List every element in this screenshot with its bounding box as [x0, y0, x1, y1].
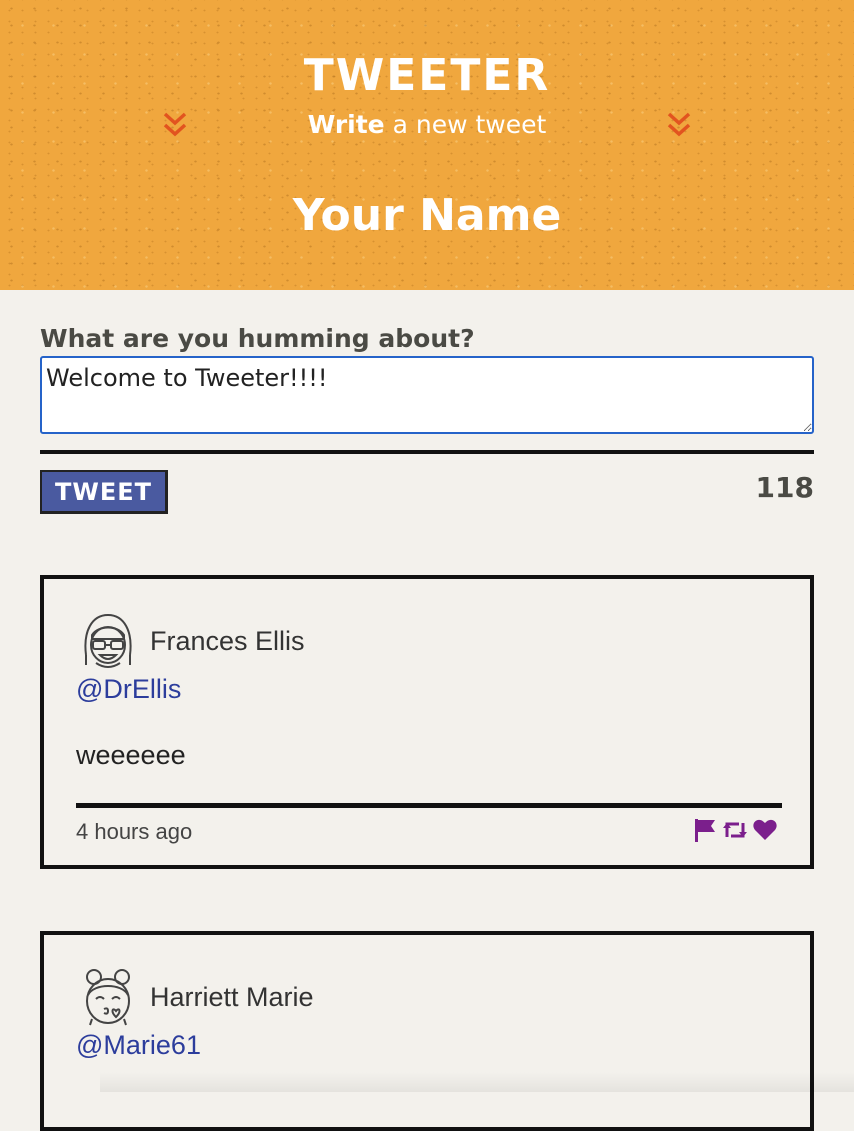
page-header: TWEETER Write a new tweet Your Name [0, 0, 854, 290]
compose-label: What are you humming about? [40, 324, 475, 353]
app-logo: TWEETER [303, 50, 551, 101]
tweet-card: Frances Ellis @DrEllis weeeeee 4 hours a… [40, 575, 814, 869]
tweet-content: weeeeee [76, 740, 186, 770]
tweet-author-handle[interactable]: @Marie61 [76, 1027, 201, 1063]
heart-icon[interactable] [752, 817, 778, 843]
compose-toggle-text[interactable]: Write a new tweet [0, 108, 854, 142]
retweet-icon[interactable] [722, 817, 748, 843]
tweet-text-input[interactable]: Welcome to Tweeter!!!! [40, 356, 814, 434]
tweet-author-name: Frances Ellis [150, 626, 305, 656]
tweet-divider [76, 803, 782, 808]
flag-icon[interactable] [692, 817, 718, 843]
tweet-author-name: Harriett Marie [150, 982, 314, 1012]
tweet-submit-button[interactable]: TWEET [40, 470, 168, 514]
subtitle-strong: Write [307, 110, 385, 139]
tweet-actions [692, 817, 778, 843]
double-chevron-down-icon[interactable] [667, 111, 691, 139]
scroll-shadow [100, 1072, 854, 1092]
tweet-timestamp: 4 hours ago [76, 819, 193, 844]
tweet-card: Harriett Marie @Marie61 [40, 931, 814, 1131]
profile-name: Your Name [292, 190, 562, 241]
kiss-girl-avatar-icon [80, 967, 136, 1027]
tweet-author-handle[interactable]: @DrEllis [76, 671, 181, 707]
glasses-girl-avatar-icon [80, 611, 136, 671]
compose-divider [40, 450, 814, 454]
subtitle-rest: a new tweet [392, 110, 547, 139]
character-counter: 118 [755, 471, 814, 504]
